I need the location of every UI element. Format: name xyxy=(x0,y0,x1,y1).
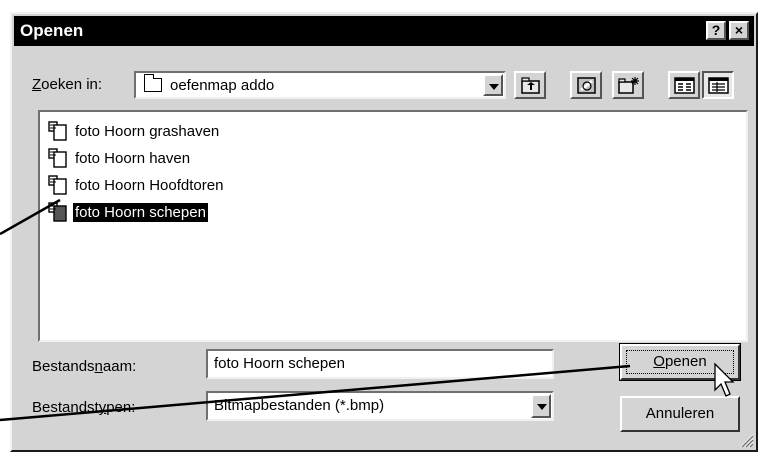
annotation-lines xyxy=(0,198,735,422)
mouse-cursor-icon xyxy=(714,362,735,397)
pointer-line-open xyxy=(0,364,631,422)
pointer-line-file xyxy=(0,198,61,236)
